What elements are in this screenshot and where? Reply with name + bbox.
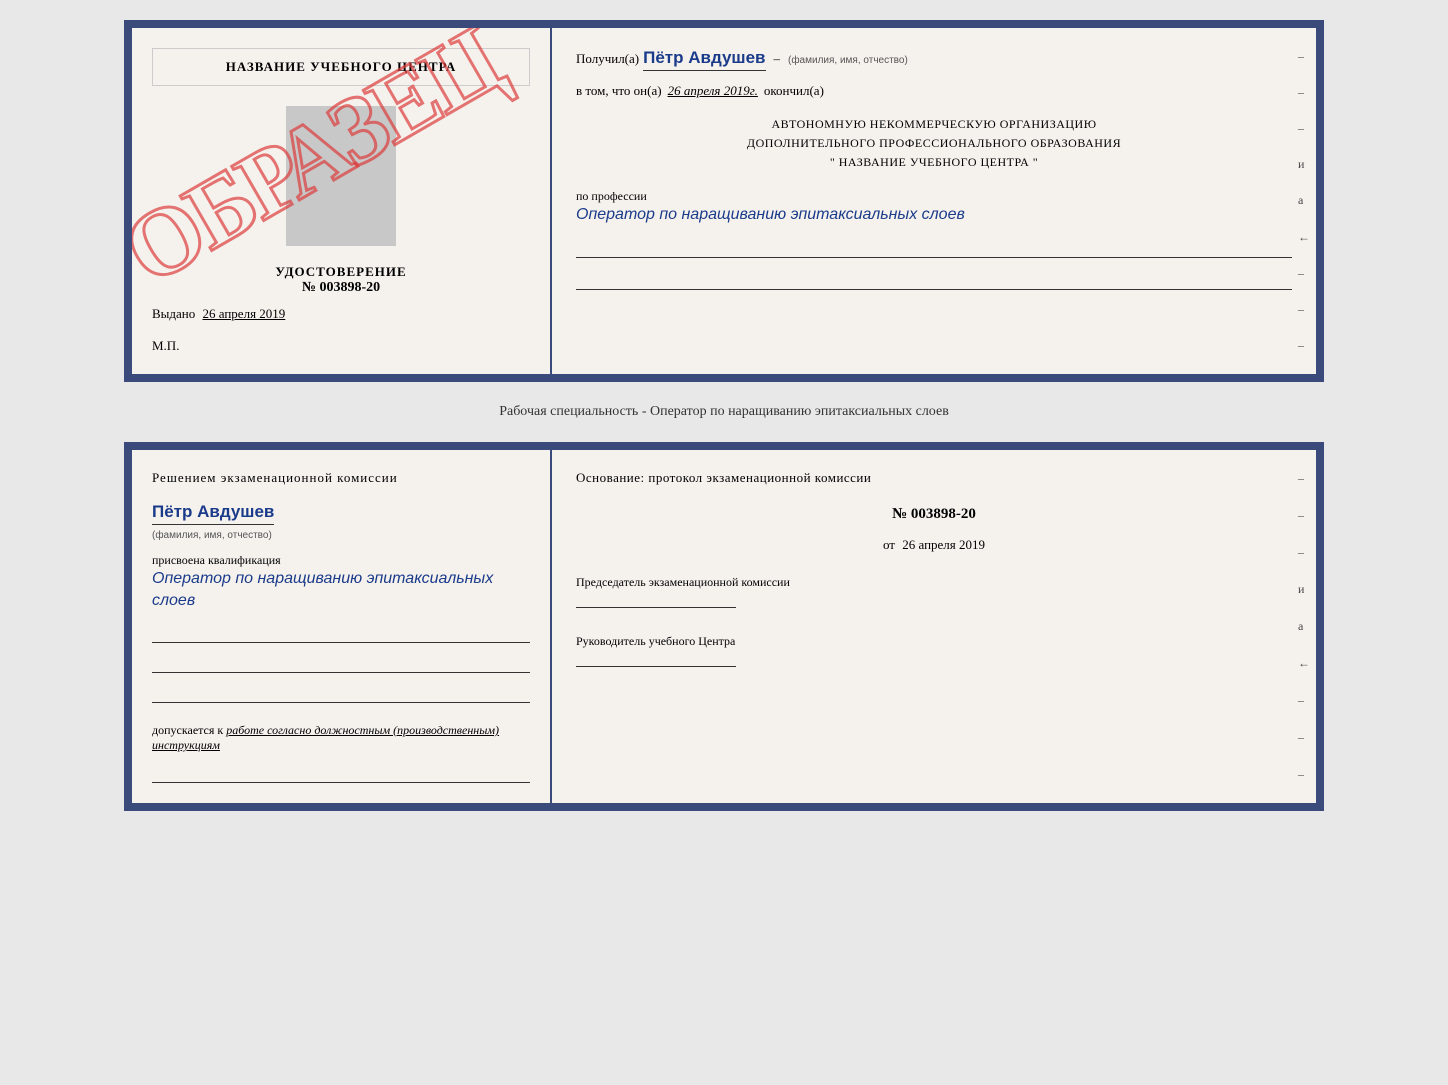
bottom-underline-3 <box>152 687 530 703</box>
vtom-line: в том, что он(а) 26 апреля 2019г. окончи… <box>576 83 1292 99</box>
prisvoena-block: присвоена квалификация Оператор по наращ… <box>152 553 530 613</box>
bottom-name-sub: (фамилия, имя, отчество) <box>152 530 272 541</box>
rukovoditel-block: Руководитель учебного Центра <box>576 634 1292 671</box>
bottom-name-block: Пётр Авдушев (фамилия, имя, отчество) <box>152 502 530 543</box>
vtom-date: 26 апреля 2019г. <box>668 83 758 99</box>
poluchil-sub: (фамилия, имя, отчество) <box>788 55 908 66</box>
org-block: АВТОНОМНУЮ НЕКОММЕРЧЕСКУЮ ОРГАНИЗАЦИЮ ДО… <box>576 115 1292 173</box>
separator-text: Рабочая специальность - Оператор по нара… <box>499 398 949 426</box>
org-line2: ДОПОЛНИТЕЛЬНОГО ПРОФЕССИОНАЛЬНОГО ОБРАЗО… <box>576 134 1292 153</box>
po-professii-block: по профессии Оператор по наращиванию эпи… <box>576 189 1292 226</box>
poluchil-line: Получил(а) Пётр Авдушев – (фамилия, имя,… <box>576 48 1292 71</box>
predsedatel-block: Председатель экзаменационной комиссии <box>576 575 1292 612</box>
protocol-number: № 003898-20 <box>576 506 1292 523</box>
top-document: НАЗВАНИЕ УЧЕБНОГО ЦЕНТРА УДОСТОВЕРЕНИЕ №… <box>124 20 1324 382</box>
bottom-name: Пётр Авдушев <box>152 502 274 525</box>
predsedatel-label: Председатель экзаменационной комиссии <box>576 575 1292 590</box>
po-professii-value: Оператор по наращиванию эпитаксиальных с… <box>576 204 1292 226</box>
kvalif-value: Оператор по наращиванию эпитаксиальных с… <box>152 568 530 613</box>
poluchil-dash: – <box>774 51 781 67</box>
bottom-document: Решением экзаменационной комиссии Пётр А… <box>124 442 1324 811</box>
bottom-underline-1 <box>152 627 530 643</box>
mp-block: М.П. <box>152 338 530 354</box>
ot-prefix: от <box>883 537 895 552</box>
predsedatel-signature-line <box>576 590 736 608</box>
top-doc-right: Получил(а) Пётр Авдушев – (фамилия, имя,… <box>552 28 1316 374</box>
dopuskaetsya-block: допускается к работе согласно должностны… <box>152 723 530 753</box>
org-line3: " НАЗВАНИЕ УЧЕБНОГО ЦЕНТРА " <box>576 153 1292 172</box>
rukovoditel-signature-line <box>576 649 736 667</box>
top-doc-left: НАЗВАНИЕ УЧЕБНОГО ЦЕНТРА УДОСТОВЕРЕНИЕ №… <box>132 28 552 374</box>
udostoverenie-number: № 003898-20 <box>152 280 530 296</box>
ot-date-value: 26 апреля 2019 <box>902 537 985 552</box>
vydano-block: Выдано 26 апреля 2019 <box>152 306 530 322</box>
vydano-date: 26 апреля 2019 <box>203 306 286 321</box>
vydano-label: Выдано <box>152 306 195 321</box>
poluchil-prefix: Получил(а) <box>576 51 639 67</box>
underline-1 <box>576 242 1292 258</box>
underline-2 <box>576 274 1292 290</box>
top-training-center-title: НАЗВАНИЕ УЧЕБНОГО ЦЕНТРА <box>152 48 530 86</box>
org-line1: АВТОНОМНУЮ НЕКОММЕРЧЕСКУЮ ОРГАНИЗАЦИЮ <box>576 115 1292 134</box>
poluchil-name: Пётр Авдушев <box>643 48 765 71</box>
bottom-underline-4 <box>152 767 530 783</box>
po-professii-label: по профессии <box>576 189 1292 204</box>
udostoverenie-block: УДОСТОВЕРЕНИЕ № 003898-20 <box>152 264 530 296</box>
resheniem-block: Решением экзаменационной комиссии <box>152 470 530 486</box>
right-edge-dashes: – – – и а ← – – – <box>1298 28 1310 374</box>
bottom-right-edge-dashes: – – – и а ← – – – <box>1298 450 1310 803</box>
vtom-prefix: в том, что он(а) <box>576 83 662 99</box>
udostoverenie-label: УДОСТОВЕРЕНИЕ <box>152 264 530 280</box>
okonchill-suffix: окончил(а) <box>764 83 824 99</box>
rukovoditel-label: Руководитель учебного Центра <box>576 634 1292 649</box>
prisvoena-label: присвоена квалификация <box>152 553 530 568</box>
bottom-doc-left: Решением экзаменационной комиссии Пётр А… <box>132 450 552 803</box>
bottom-doc-right: Основание: протокол экзаменационной коми… <box>552 450 1316 803</box>
bottom-underline-2 <box>152 657 530 673</box>
photo-placeholder <box>286 106 396 246</box>
osnovaniye-block: Основание: протокол экзаменационной коми… <box>576 470 1292 486</box>
ot-date: от 26 апреля 2019 <box>576 537 1292 553</box>
dopuskaetsya-prefix: допускается к <box>152 723 223 737</box>
